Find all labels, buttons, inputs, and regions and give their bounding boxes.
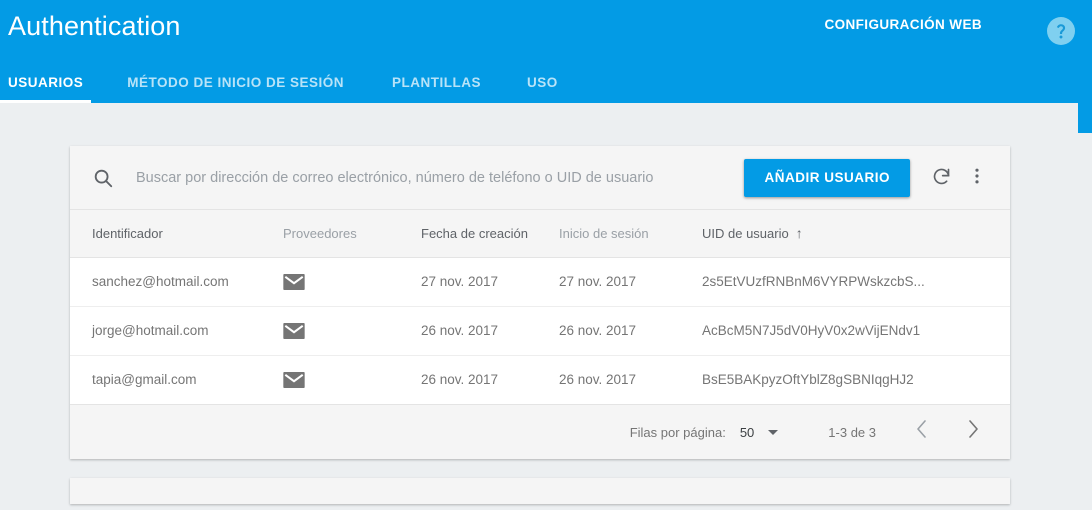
cell-signed-in: 26 nov. 2017 [551, 354, 694, 404]
email-icon [283, 273, 405, 290]
cell-uid: AcBcM5N7J5dV0HyV0x2wVijENdv1 [694, 305, 1010, 355]
column-header-fecha-creacion[interactable]: Fecha de creación [413, 210, 551, 258]
tab-label: MÉTODO DE INICIO DE SESIÓN [127, 75, 345, 90]
column-label: Identificador [92, 225, 163, 241]
search-input[interactable] [136, 169, 745, 186]
tab-label: USO [527, 75, 558, 90]
cell-providers [275, 305, 413, 355]
column-header-proveedores[interactable]: Proveedores [275, 210, 413, 258]
pagination-bar: Filas por página: 50 1-3 de 3 [70, 404, 1010, 459]
table-row[interactable]: jorge@hotmail.com 26 nov. 2017 26 nov. 2… [70, 305, 1010, 355]
cell-created: 26 nov. 2017 [413, 354, 551, 404]
cell-created: 26 nov. 2017 [413, 305, 551, 355]
table-header-row: Identificador Proveedores Fecha de creac… [70, 210, 1010, 258]
chevron-left-icon [916, 420, 927, 444]
column-header-identificador[interactable]: Identificador [70, 210, 275, 258]
table-body: sanchez@hotmail.com 27 nov. 2017 27 nov.… [70, 257, 1010, 404]
tab-label: USUARIOS [8, 75, 84, 90]
web-config-button[interactable]: CONFIGURACIÓN WEB [824, 17, 982, 32]
tab-metodo-inicio-sesion[interactable]: MÉTODO DE INICIO DE SESIÓN [117, 62, 354, 103]
table-row[interactable]: sanchez@hotmail.com 27 nov. 2017 27 nov.… [70, 257, 1010, 306]
cell-providers [275, 257, 413, 306]
column-label: Proveedores [283, 225, 357, 241]
cell-uid: 2s5EtVUzfRNBnM6VYRPWskzcbS... [702, 274, 925, 289]
app-header: Authentication CONFIGURACIÓN WEB USUARIO… [0, 0, 1092, 103]
cell-uid: BsE5BAKpyzOftYblZ8gSBNIqgHJ2 [694, 354, 1010, 404]
column-label: Fecha de creación [421, 225, 528, 241]
users-table: Identificador Proveedores Fecha de creac… [70, 210, 1010, 404]
cell-signed-in: 26 nov. 2017 [551, 305, 694, 355]
column-header-inicio-sesion[interactable]: Inicio de sesión [551, 210, 694, 258]
chevron-down-icon [768, 429, 779, 435]
cell-identifier: sanchez@hotmail.com [92, 274, 229, 289]
more-vertical-icon [967, 166, 987, 189]
search-icon [92, 167, 114, 189]
help-circle-icon [1052, 22, 1070, 40]
previous-page-button[interactable] [906, 417, 936, 447]
header-right-accent-strip [1078, 0, 1092, 133]
cell-identifier: jorge@hotmail.com [70, 305, 275, 355]
secondary-card-placeholder [70, 478, 1010, 504]
rows-per-page-select[interactable]: 50 [739, 424, 779, 440]
add-user-button[interactable]: AÑADIR USUARIO [744, 158, 910, 197]
table-row[interactable]: tapia@gmail.com 26 nov. 2017 26 nov. 201… [70, 354, 1010, 404]
rows-per-page-label: Filas por página: [629, 424, 726, 440]
cell-created: 27 nov. 2017 [421, 274, 499, 289]
tab-bar: USUARIOS MÉTODO DE INICIO DE SESIÓN PLAN… [0, 62, 568, 103]
tab-uso[interactable]: USO [517, 62, 568, 103]
column-label: UID de usuario [702, 225, 789, 241]
cell-providers [275, 354, 413, 404]
tab-usuarios[interactable]: USUARIOS [0, 62, 92, 103]
email-icon [283, 322, 405, 339]
sort-ascending-icon[interactable]: ↑ [796, 226, 803, 240]
help-button[interactable] [1047, 17, 1075, 45]
page-title: Authentication [8, 11, 181, 41]
column-header-uid-usuario[interactable]: UID de usuario ↑ [694, 210, 1010, 258]
more-options-button[interactable] [960, 161, 994, 195]
tab-plantillas[interactable]: PLANTILLAS [382, 62, 491, 103]
rows-per-page-value: 50 [739, 424, 755, 440]
pagination-range: 1-3 de 3 [828, 424, 876, 440]
users-toolbar: AÑADIR USUARIO [70, 146, 1010, 210]
refresh-icon [931, 166, 952, 190]
cell-signed-in: 27 nov. 2017 [559, 274, 637, 289]
users-card: AÑADIR USUARIO Ident [70, 146, 1010, 459]
cell-identifier: tapia@gmail.com [70, 354, 275, 404]
chevron-right-icon [968, 420, 979, 444]
email-icon [283, 371, 405, 388]
refresh-button[interactable] [924, 161, 958, 195]
next-page-button[interactable] [958, 417, 988, 447]
column-label: Inicio de sesión [559, 225, 649, 241]
table-header: Identificador Proveedores Fecha de creac… [70, 210, 1010, 258]
tab-label: PLANTILLAS [392, 75, 482, 90]
